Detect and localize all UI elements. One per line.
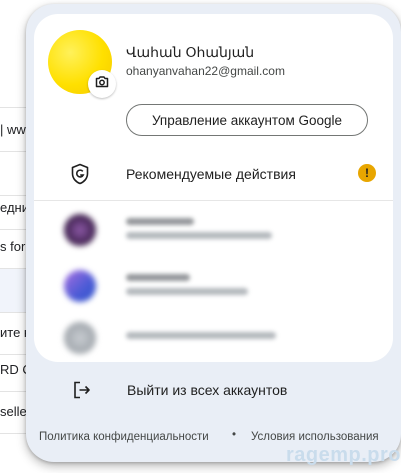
blurred-email [126, 332, 276, 339]
logout-icon [72, 380, 92, 400]
other-account-avatar [64, 270, 96, 302]
manage-account-button[interactable]: Управление аккаунтом Google [126, 104, 368, 136]
watermark: ragemp.pro [286, 444, 401, 466]
account-email: ohanyanvahan22@gmail.com [126, 64, 285, 78]
other-account-avatar [64, 214, 96, 246]
recommended-actions-label: Рекомендуемые действия [126, 166, 296, 182]
change-photo-button[interactable] [88, 70, 116, 98]
shield-google-icon [70, 163, 90, 185]
blurred-email [126, 288, 248, 295]
account-card: Վահան Օհանյան ohanyanvahan22@gmail.com У… [34, 14, 393, 362]
blurred-name [126, 218, 194, 225]
other-account-item[interactable] [34, 262, 393, 312]
privacy-policy-link[interactable]: Политика конфиденциальности [39, 431, 209, 443]
blurred-email [126, 232, 272, 239]
blurred-name [126, 274, 190, 281]
other-account-item[interactable] [34, 206, 393, 256]
other-account-item[interactable] [34, 314, 393, 362]
divider [34, 200, 393, 201]
warning-badge-icon: ! [358, 164, 376, 182]
account-panel: Վահան Օհանյան ohanyanvahan22@gmail.com У… [26, 4, 401, 462]
other-account-avatar [64, 322, 96, 354]
camera-icon [95, 75, 109, 93]
account-name: Վահան Օհանյան [126, 44, 255, 60]
logout-all-button[interactable]: Выйти из всех аккаунтов [26, 368, 401, 412]
footer-separator: • [232, 429, 237, 441]
recommended-actions-item[interactable]: Рекомендуемые действия ! [34, 152, 393, 196]
terms-link[interactable]: Условия использования [251, 431, 379, 443]
logout-all-label: Выйти из всех аккаунтов [127, 382, 288, 398]
